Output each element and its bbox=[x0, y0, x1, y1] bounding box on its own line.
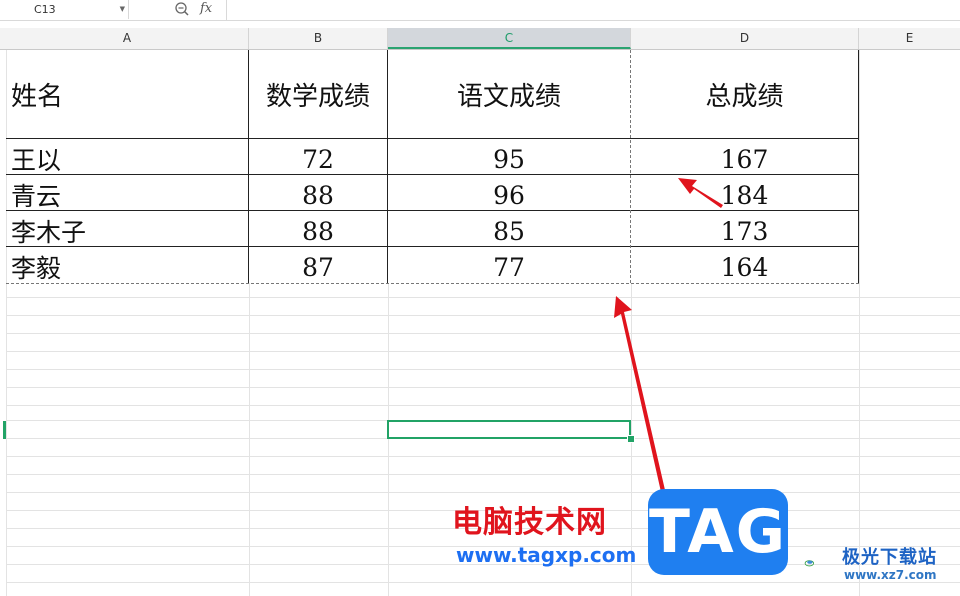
table-cell[interactable]: 87 bbox=[249, 250, 387, 284]
grid-line bbox=[6, 474, 960, 475]
table-cell[interactable]: 184 bbox=[631, 178, 858, 212]
grid-line bbox=[6, 456, 960, 457]
table-cell[interactable]: 167 bbox=[631, 142, 858, 176]
table-cell[interactable]: 85 bbox=[388, 214, 630, 248]
table-header-cell[interactable]: 总成绩 bbox=[631, 50, 858, 138]
table-cell[interactable]: 173 bbox=[631, 214, 858, 248]
watermark-site-name: 电脑技术网 bbox=[452, 505, 607, 540]
column-header-a[interactable]: A bbox=[6, 28, 249, 49]
table-cell[interactable]: 王以 bbox=[6, 142, 248, 176]
formula-bar: C13 ▼ fx bbox=[0, 0, 960, 21]
table-cell[interactable]: 77 bbox=[388, 250, 630, 284]
column-header-b[interactable]: B bbox=[249, 28, 388, 49]
partner-name: 极光下载站 bbox=[842, 547, 937, 568]
table-cell[interactable]: 李木子 bbox=[6, 214, 248, 248]
partner-url: www.xz7.com bbox=[844, 568, 937, 582]
column-header-c[interactable]: C bbox=[388, 28, 631, 49]
active-row-indicator bbox=[3, 421, 6, 439]
table-cell[interactable]: 88 bbox=[249, 178, 387, 212]
zoom-icon[interactable] bbox=[174, 1, 190, 17]
table-header-cell[interactable]: 数学成绩 bbox=[249, 50, 387, 138]
table-cell[interactable]: 李毅 bbox=[6, 250, 248, 284]
table-cell[interactable]: 青云 bbox=[6, 178, 248, 212]
table-header-cell[interactable]: 姓名 bbox=[6, 50, 248, 138]
formula-input[interactable] bbox=[230, 0, 950, 19]
table-cell[interactable]: 164 bbox=[631, 250, 858, 284]
selected-cell[interactable] bbox=[387, 420, 631, 439]
grid-line bbox=[6, 315, 960, 316]
watermark-site-url: www.tagxp.com bbox=[456, 543, 637, 567]
grid-line bbox=[6, 387, 960, 388]
column-header-e[interactable]: E bbox=[859, 28, 960, 49]
table-header-cell[interactable]: 语文成绩 bbox=[388, 50, 630, 138]
formula-divider bbox=[226, 0, 227, 20]
fill-handle[interactable] bbox=[627, 435, 635, 443]
fx-icon[interactable]: fx bbox=[200, 0, 212, 18]
grid-line bbox=[6, 333, 960, 334]
column-header-row: A B C D E bbox=[0, 28, 960, 50]
table-cell[interactable]: 88 bbox=[249, 214, 387, 248]
table-border bbox=[858, 50, 859, 283]
grid-line bbox=[6, 297, 960, 298]
name-box[interactable]: C13 ▼ bbox=[0, 0, 129, 19]
grid-line bbox=[6, 405, 960, 406]
table-border bbox=[6, 138, 859, 139]
table-cell[interactable]: 72 bbox=[249, 142, 387, 176]
tag-logo: TAG bbox=[648, 489, 788, 575]
grid-line bbox=[6, 351, 960, 352]
chevron-down-icon[interactable]: ▼ bbox=[120, 0, 125, 19]
grid-line bbox=[6, 369, 960, 370]
table-cell[interactable]: 95 bbox=[388, 142, 630, 176]
name-box-value: C13 bbox=[34, 3, 56, 16]
partner-logo-icon bbox=[804, 560, 814, 567]
column-header-d[interactable]: D bbox=[631, 28, 859, 49]
grid-line bbox=[859, 50, 860, 596]
grid-line bbox=[6, 492, 960, 493]
table-cell[interactable]: 96 bbox=[388, 178, 630, 212]
